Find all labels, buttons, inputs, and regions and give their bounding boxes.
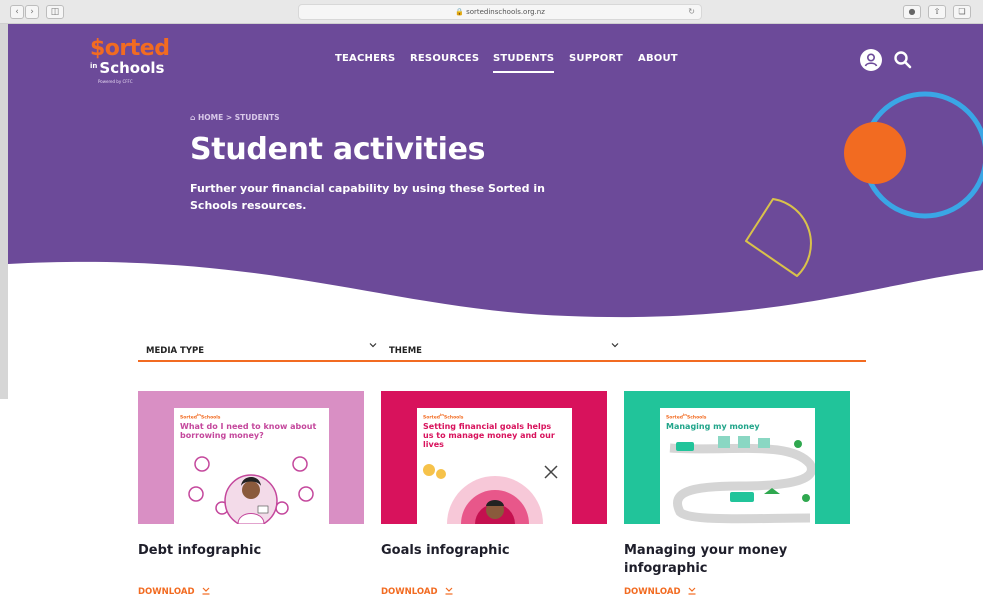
poster-brand: SortedinSchools bbox=[180, 413, 221, 421]
logo-schools: in Schools bbox=[90, 59, 165, 77]
extension-icon[interactable]: ● bbox=[903, 5, 921, 19]
nav-support[interactable]: SUPPORT bbox=[569, 53, 623, 64]
nav-about[interactable]: ABOUT bbox=[638, 53, 678, 64]
sorted-in-schools-logo[interactable]: $orted in Schools Powered by CFFC bbox=[90, 36, 170, 84]
sidebar-toggle-icon[interactable]: ◫ bbox=[46, 5, 64, 19]
url-text: sortedinschools.org.nz bbox=[466, 8, 545, 16]
chevron-down-icon bbox=[611, 343, 619, 348]
nav-teachers[interactable]: TEACHERS bbox=[335, 53, 395, 64]
poster-preview: SortedinSchools Managing my money bbox=[660, 408, 815, 524]
download-icon bbox=[445, 587, 453, 595]
nav-resources[interactable]: RESOURCES bbox=[410, 53, 479, 64]
share-icon[interactable]: ⇧ bbox=[928, 5, 946, 19]
borrowing-illustration bbox=[188, 456, 314, 524]
card-title[interactable]: Managing your money infographic bbox=[624, 542, 824, 578]
logo-powered-by: Powered by CFFC bbox=[98, 79, 133, 84]
reload-icon[interactable]: ↻ bbox=[688, 5, 695, 19]
logo-sorted: $orted bbox=[90, 36, 170, 61]
breadcrumb[interactable]: ⌂ HOME > STUDENTS bbox=[190, 113, 280, 122]
money-journey-illustration bbox=[669, 436, 815, 524]
download-icon bbox=[688, 587, 696, 595]
poster-preview: SortedinSchools What do I need to know a… bbox=[174, 408, 329, 524]
download-icon bbox=[202, 587, 210, 595]
chevron-down-icon bbox=[369, 343, 377, 348]
forward-button[interactable]: › bbox=[25, 5, 39, 19]
card-title[interactable]: Debt infographic bbox=[138, 542, 338, 560]
managing-money-infographic-thumbnail[interactable]: SortedinSchools Managing my money bbox=[624, 391, 850, 524]
address-bar[interactable]: 🔒 sortedinschools.org.nz ↻ bbox=[298, 4, 702, 20]
user-account-icon[interactable] bbox=[860, 49, 882, 71]
media-type-filter[interactable]: MEDIA TYPE bbox=[146, 338, 381, 356]
filter-bar: MEDIA TYPE THEME bbox=[138, 334, 866, 362]
nav-students[interactable]: STUDENTS bbox=[493, 53, 555, 73]
download-link[interactable]: DOWNLOAD bbox=[381, 587, 454, 597]
download-link[interactable]: DOWNLOAD bbox=[624, 587, 697, 597]
poster-heading: What do I need to know about borrowing m… bbox=[180, 422, 317, 440]
card-title[interactable]: Goals infographic bbox=[381, 542, 581, 560]
resource-card[interactable]: SortedinSchools What do I need to know a… bbox=[138, 391, 364, 605]
poster-heading: Managing my money bbox=[666, 422, 760, 431]
tabs-icon[interactable]: ❏ bbox=[953, 5, 971, 19]
back-button[interactable]: ‹ bbox=[10, 5, 24, 19]
resource-card[interactable]: SortedinSchools Managing my money Managi… bbox=[624, 391, 850, 605]
home-icon: ⌂ bbox=[190, 113, 196, 122]
media-type-label: MEDIA TYPE bbox=[146, 346, 205, 356]
debt-infographic-thumbnail[interactable]: SortedinSchools What do I need to know a… bbox=[138, 391, 364, 524]
lock-icon: 🔒 bbox=[455, 8, 464, 16]
orange-circle-shape bbox=[844, 122, 906, 184]
left-gutter bbox=[0, 24, 8, 399]
theme-label: THEME bbox=[389, 346, 422, 356]
goals-illustration bbox=[423, 464, 558, 524]
page-subtitle: Further your financial capability by usi… bbox=[190, 182, 545, 212]
page-title: Student activities bbox=[190, 132, 486, 167]
download-link[interactable]: DOWNLOAD bbox=[138, 587, 211, 597]
goals-infographic-thumbnail[interactable]: SortedinSchools Setting financial goals … bbox=[381, 391, 607, 524]
poster-preview: SortedinSchools Setting financial goals … bbox=[417, 408, 572, 524]
search-icon[interactable] bbox=[893, 50, 913, 70]
poster-heading: Setting financial goals helps us to mana… bbox=[423, 422, 555, 449]
theme-filter[interactable]: THEME bbox=[389, 338, 619, 356]
browser-toolbar: ‹ › ◫ 🔒 sortedinschools.org.nz ↻ ● ⇧ ❏ bbox=[0, 0, 983, 24]
resource-card[interactable]: SortedinSchools Setting financial goals … bbox=[381, 391, 607, 605]
poster-brand: SortedinSchools bbox=[423, 413, 464, 421]
poster-brand: SortedinSchools bbox=[666, 413, 707, 421]
